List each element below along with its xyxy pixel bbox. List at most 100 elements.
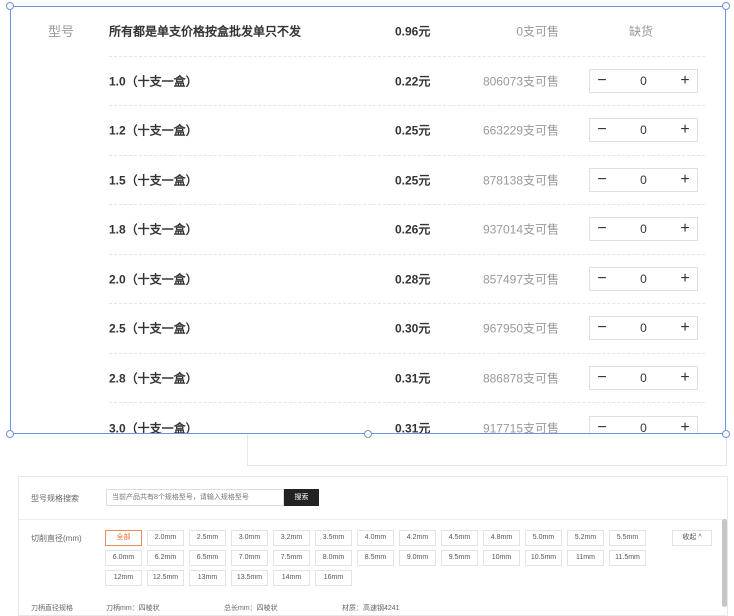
diameter-chip[interactable]: 7.5mm [273, 550, 310, 566]
resize-handle-bottom-middle[interactable] [364, 430, 372, 438]
diameter-chip[interactable]: 9.5mm [441, 550, 478, 566]
quantity-value[interactable]: 0 [614, 74, 673, 88]
plus-button[interactable]: + [673, 317, 697, 339]
out-of-stock-label: 缺货 [629, 24, 654, 39]
diameter-chip[interactable]: 8.5mm [357, 550, 394, 566]
diameter-chip[interactable]: 14mm [273, 570, 310, 586]
quantity-value[interactable]: 0 [614, 272, 673, 286]
sku-price: 0.26元 [395, 222, 431, 237]
length-value: 总长mm：四棱状 [224, 605, 278, 612]
shank-label: 刀柄直径规格 [31, 605, 73, 612]
diameter-chip[interactable]: 16mm [315, 570, 352, 586]
diameter-chip[interactable]: 7.0mm [231, 550, 268, 566]
sku-name: 所有都是单支价格按盒批发单只不发 [109, 24, 302, 39]
sku-price: 0.31元 [395, 421, 431, 434]
diameter-chip[interactable]: 2.0mm [147, 530, 184, 546]
quantity-stepper: −0 + [589, 266, 698, 291]
plus-button[interactable]: + [673, 218, 697, 240]
shank-value: 刀柄mm：四棱状 [106, 605, 160, 612]
quantity-value[interactable]: 0 [614, 421, 673, 433]
diameter-chip[interactable]: 3.0mm [231, 530, 268, 546]
sku-price: 0.22元 [395, 74, 431, 89]
diameter-chip[interactable]: 13mm [189, 570, 226, 586]
quantity-value[interactable]: 0 [614, 222, 673, 236]
quantity-value[interactable]: 0 [614, 371, 673, 385]
resize-handle-top-left[interactable] [6, 2, 14, 10]
diameter-chip[interactable]: 13.5mm [231, 570, 268, 586]
spec-search-input[interactable] [106, 489, 284, 506]
sku-price: 0.25元 [395, 173, 431, 188]
resize-handle-bottom-right[interactable] [722, 430, 730, 438]
diameter-chip[interactable]: 5.2mm [567, 530, 604, 546]
diameter-chip[interactable]: 6.0mm [105, 550, 142, 566]
diameter-label: 切削直径(mm) [31, 534, 82, 543]
sku-list: 所有都是单支价格按盒批发单只不发 0.96元 0支可售 缺货 1.0（十支一盒）… [109, 7, 705, 434]
minus-button[interactable]: − [590, 119, 614, 141]
diameter-chip[interactable]: 11.5mm [609, 550, 646, 566]
sku-price: 0.96元 [395, 24, 431, 39]
search-label: 型号规格搜索 [31, 494, 79, 503]
plus-button[interactable]: + [673, 169, 697, 191]
diameter-chip[interactable]: 11mm [567, 550, 604, 566]
sku-row: 2.8（十支一盒） 0.31元 886878支可售 −0 + [109, 354, 705, 403]
quantity-stepper: −0 + [589, 415, 698, 433]
search-button[interactable]: 搜索 [284, 489, 319, 506]
sku-row: 2.5（十支一盒） 0.30元 967950支可售 −0 + [109, 304, 705, 354]
sku-stock: 967950支可售 [482, 321, 559, 336]
sku-row: 1.0（十支一盒） 0.22元 806073支可售 −0 + [109, 57, 705, 106]
minus-button[interactable]: − [590, 417, 614, 433]
row-label-model: 型号 [48, 24, 75, 39]
minus-button[interactable]: − [590, 367, 614, 389]
diameter-chip[interactable]: 5.5mm [609, 530, 646, 546]
diameter-chip[interactable]: 4.2mm [399, 530, 436, 546]
minus-button[interactable]: − [590, 218, 614, 240]
diameter-chip[interactable]: 4.0mm [357, 530, 394, 546]
diameter-chip[interactable]: 10.5mm [525, 550, 562, 566]
sku-stock: 806073支可售 [482, 74, 559, 89]
sku-stock: 663229支可售 [482, 123, 559, 138]
quantity-value[interactable]: 0 [614, 173, 673, 187]
plus-button[interactable]: + [673, 268, 697, 290]
sku-name: 2.8（十支一盒） [109, 371, 198, 386]
scrollbar[interactable] [722, 519, 727, 607]
sku-name: 1.0（十支一盒） [109, 74, 198, 89]
sku-row: 1.8（十支一盒） 0.26元 937014支可售 −0 + [109, 205, 705, 255]
diameter-chip[interactable]: 8.0mm [315, 550, 352, 566]
diameter-chip[interactable]: 9.0mm [399, 550, 436, 566]
sku-name: 1.8（十支一盒） [109, 222, 198, 237]
quantity-value[interactable]: 0 [614, 321, 673, 335]
diameter-chip[interactable]: 4.5mm [441, 530, 478, 546]
diameter-chip[interactable]: 2.5mm [189, 530, 226, 546]
collapse-button[interactable]: 收起 ^ [672, 530, 712, 546]
diameter-chip[interactable]: 5.0mm [525, 530, 562, 546]
sku-price: 0.31元 [395, 371, 431, 386]
plus-button[interactable]: + [673, 417, 697, 433]
diameter-chip[interactable]: 10mm [483, 550, 520, 566]
sku-stock: 857497支可售 [482, 272, 559, 287]
filter-panel: 型号规格搜索 搜索 切削直径(mm) 全部 2.0mm 2.5mm 3.0mm 3.2m… [18, 476, 728, 616]
diameter-chip[interactable]: 3.5mm [315, 530, 352, 546]
sku-stock: 878138支可售 [482, 173, 559, 188]
minus-button[interactable]: − [590, 268, 614, 290]
search-row: 型号规格搜索 搜索 [19, 477, 727, 520]
plus-button[interactable]: + [673, 367, 697, 389]
sku-selection-panel: 型号 所有都是单支价格按盒批发单只不发 0.96元 0支可售 缺货 1.0（十支… [10, 6, 726, 434]
quantity-stepper: −0 + [589, 316, 698, 341]
resize-handle-top-right[interactable] [722, 2, 730, 10]
diameter-chip[interactable]: 4.8mm [483, 530, 520, 546]
minus-button[interactable]: − [590, 169, 614, 191]
diameter-chip[interactable]: 全部 [105, 530, 142, 546]
diameter-chip[interactable]: 12mm [105, 570, 142, 586]
quantity-value[interactable]: 0 [614, 123, 673, 137]
sku-stock: 917715支可售 [482, 421, 559, 434]
sku-price: 0.28元 [395, 272, 431, 287]
minus-button[interactable]: − [590, 70, 614, 92]
resize-handle-bottom-left[interactable] [6, 430, 14, 438]
diameter-chip[interactable]: 12.5mm [147, 570, 184, 586]
plus-button[interactable]: + [673, 70, 697, 92]
diameter-chip[interactable]: 3.2mm [273, 530, 310, 546]
plus-button[interactable]: + [673, 119, 697, 141]
minus-button[interactable]: − [590, 317, 614, 339]
diameter-chip[interactable]: 6.5mm [189, 550, 226, 566]
diameter-chip[interactable]: 6.2mm [147, 550, 184, 566]
